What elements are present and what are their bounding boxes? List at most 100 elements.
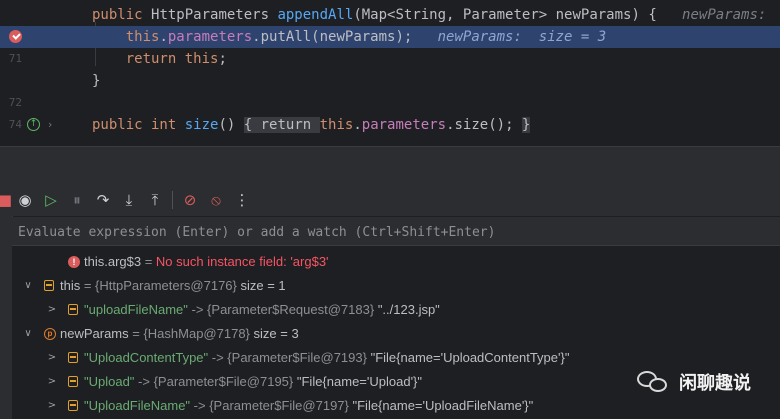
code-line[interactable]: }: [0, 70, 780, 92]
variable-row[interactable]: ! this.arg$3 = No such instance field: 'a…: [12, 250, 780, 274]
variable-name: "UploadContentType": [84, 350, 209, 365]
code-text: }: [92, 70, 100, 92]
inline-value-hint: newParams: size: [682, 7, 767, 23]
variable-text: this.arg$3 = No such instance field: 'ar…: [84, 250, 329, 274]
variable-text: "UploadContentType" -> {Parameter$File@7…: [84, 346, 569, 370]
code-token: (): [218, 117, 244, 133]
variable-name: "UploadFileName": [84, 398, 191, 413]
code-token: parameters: [167, 29, 253, 45]
step-over-icon[interactable]: ↷: [90, 188, 116, 212]
debugger-toolbar: ■ ◉ ▷ ⏸ ↷ ⤓ ⤒ ⊘ ⦸ ⋮: [0, 184, 780, 216]
field-icon: [68, 376, 78, 387]
code-token: this: [319, 117, 354, 133]
variable-row[interactable]: ∨ p newParams = {HashMap@7178} size = 3: [12, 322, 780, 346]
code-token: }: [92, 73, 101, 89]
field-icon: [68, 352, 78, 363]
line-number: 71: [8, 52, 22, 65]
resume-icon[interactable]: ▷: [38, 188, 64, 212]
implements-method-icon[interactable]: ↑: [27, 118, 40, 131]
variable-row[interactable]: > "uploadFileName" -> {Parameter$Request@…: [12, 298, 780, 322]
line-number: 72: [8, 96, 22, 109]
watermark: 闲聊趣说: [637, 367, 751, 397]
variable-value: =: [141, 254, 156, 269]
expand-arrow-icon[interactable]: >: [46, 370, 58, 394]
code-text: this.parameters.putAll(newParams); newPa…: [92, 26, 606, 48]
error-icon: !: [68, 256, 80, 268]
code-token: .size();: [446, 117, 522, 133]
variable-row[interactable]: > "UploadFileName" -> {Parameter$File@719…: [12, 394, 780, 418]
variable-name: newParams: [60, 326, 129, 341]
line-number: 74: [8, 118, 22, 131]
variable-name: "Upload": [84, 374, 135, 389]
variable-value: = {HashMap@7178}: [128, 326, 250, 341]
code-text: public HttpParameters appendAll(Map<Stri…: [92, 4, 780, 26]
code-text: return this;: [92, 48, 227, 70]
code-token: .: [159, 29, 168, 45]
code-editor[interactable]: public HttpParameters appendAll(Map<Stri…: [0, 0, 780, 146]
evaluate-expression-input[interactable]: [12, 217, 780, 247]
stop-icon[interactable]: ■: [0, 188, 12, 212]
field-icon: [68, 304, 78, 315]
mute-breakpoints-icon[interactable]: ⊘: [177, 188, 203, 212]
breakpoint-icon[interactable]: [9, 30, 22, 43]
variable-text: "UploadFileName" -> {Parameter$File@7197…: [84, 394, 533, 418]
watermark-text: 闲聊趣说: [679, 373, 751, 394]
variable-value: size = 1: [236, 278, 286, 293]
variable-value: -> {Parameter$File@7197}: [190, 398, 353, 413]
code-token: return: [252, 117, 320, 133]
variable-name: this.arg$3: [84, 254, 142, 269]
variable-value: "File{name='Upload'}": [296, 374, 423, 389]
wechat-logo-icon: [637, 369, 671, 395]
inline-value-hint: newParams: size = 3: [412, 29, 607, 45]
field-icon: [44, 280, 54, 291]
variable-row[interactable]: ∨ this = {HttpParameters@7176} size = 1: [12, 274, 780, 298]
view-breakpoints-icon[interactable]: ◉: [12, 188, 38, 212]
expand-arrow-icon[interactable]: >: [46, 394, 58, 418]
code-line[interactable]: 72: [0, 92, 780, 114]
variable-text: "Upload" -> {Parameter$File@7195} "File{…: [84, 370, 422, 394]
variable-value: = {HttpParameters@7176}: [80, 278, 237, 293]
code-line[interactable]: public HttpParameters appendAll(Map<Stri…: [0, 4, 780, 26]
variable-text: "uploadFileName" -> {Parameter$Request@7…: [84, 298, 440, 322]
variable-value: -> {Parameter$File@7193}: [208, 350, 371, 365]
variable-name: "uploadFileName": [84, 302, 188, 317]
step-out-icon[interactable]: ⤒: [142, 188, 168, 212]
code-token: this: [125, 29, 160, 45]
field-icon: [68, 400, 78, 411]
collapse-arrow-icon[interactable]: ∨: [22, 322, 34, 346]
fold-chevron-icon[interactable]: ›: [48, 114, 52, 136]
code-token: (Map<String, Parameter> newParams) {: [353, 7, 666, 23]
expand-arrow-icon[interactable]: >: [46, 346, 58, 370]
code-token: appendAll: [277, 7, 354, 23]
toolbar-separator: [172, 191, 173, 209]
code-token: public int: [92, 117, 185, 133]
code-token: parameters: [361, 117, 447, 133]
clear-breakpoints-icon[interactable]: ⦸: [203, 188, 229, 212]
more-icon[interactable]: ⋮: [229, 188, 255, 212]
code-text: public int size() { return this.paramete…: [92, 114, 531, 136]
collapse-arrow-icon[interactable]: ∨: [22, 274, 34, 298]
variable-text: this = {HttpParameters@7176} size = 1: [60, 274, 286, 298]
variable-value: -> {Parameter$File@7195}: [134, 374, 297, 389]
parameter-icon: p: [44, 328, 56, 340]
code-token: {: [243, 117, 253, 133]
evaluate-expression-bar[interactable]: [12, 217, 780, 247]
step-into-icon[interactable]: ⤓: [116, 188, 142, 212]
expand-arrow-icon[interactable]: >: [46, 298, 58, 322]
debug-tool-window-header: [0, 146, 780, 185]
code-line[interactable]: 74 ↑ › public int size() { return this.para…: [0, 114, 780, 136]
variable-value: -> {Parameter$Request@7183}: [187, 302, 378, 317]
variable-name: this: [60, 278, 81, 293]
pause-icon[interactable]: ⏸: [64, 188, 90, 212]
variable-value: "File{name='UploadContentType'}": [370, 350, 570, 365]
code-line[interactable]: this.parameters.putAll(newParams); newPa…: [0, 26, 780, 48]
variable-value: "../123.jsp": [377, 302, 440, 317]
variable-value: "File{name='UploadFileName'}": [352, 398, 534, 413]
code-line[interactable]: 71 return this;: [0, 48, 780, 70]
code-token: size: [184, 117, 219, 133]
variable-text: newParams = {HashMap@7178} size = 3: [60, 322, 299, 346]
code-token: HttpParameters: [151, 7, 278, 23]
code-token: return this: [125, 51, 219, 67]
